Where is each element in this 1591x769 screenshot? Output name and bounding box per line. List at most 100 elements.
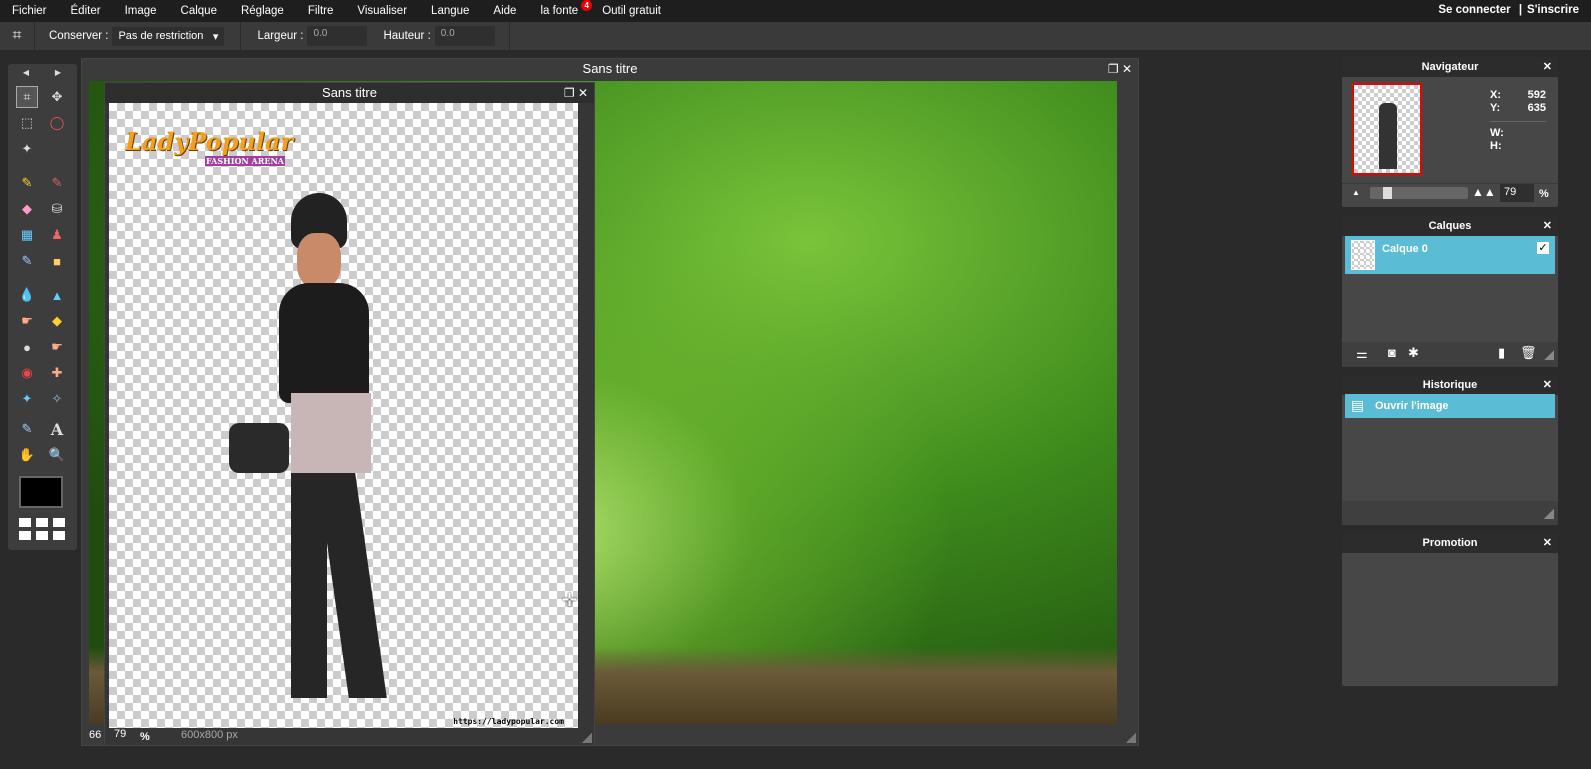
resize-handle[interactable] [1126, 733, 1136, 743]
tools-panel: ◀ ▶ ⌗ ✥ ⬚ ◯ ✦ ✎ ✎ ◆ ⛁ ▦ ♟ ✎ ■ 💧 ▲ ☛ ◆ ● … [8, 64, 77, 550]
close-icon[interactable]: ✕ [1543, 375, 1552, 395]
window-title-bar[interactable]: Sans titre ❐ ✕ [105, 83, 594, 103]
burn-tool[interactable]: ☛ [46, 336, 68, 358]
layer-mask-icon[interactable]: ◙ [1388, 345, 1396, 360]
navigator-panel: Navigateur ✕ X: 592 Y: 635 W: H: ▲ ▲▲ 79 % [1342, 57, 1558, 207]
coordinates: X: 592 Y: 635 W: H: [1490, 89, 1546, 153]
shape-tool[interactable]: ■ [46, 250, 68, 272]
new-adjustment-icon[interactable]: ✱ [1408, 345, 1419, 361]
color-picker-tool[interactable]: ✎ [16, 418, 38, 440]
auth-links: Se connecter | S'inscrire [1438, 4, 1579, 16]
zoom-slider[interactable] [1370, 187, 1468, 199]
panel-title-bar[interactable]: Navigateur ✕ [1342, 57, 1558, 77]
resize-handle[interactable] [1544, 509, 1554, 519]
history-item[interactable]: ▤ Ouvrir l'image [1345, 394, 1555, 418]
close-icon[interactable]: ✕ [1543, 216, 1552, 236]
menu-reglage[interactable]: Réglage [229, 5, 296, 17]
menu-visualiser[interactable]: Visualiser [345, 5, 419, 17]
document-icon: ▤ [1351, 397, 1365, 413]
h-label: H: [1490, 140, 1502, 152]
crop-tool[interactable]: ⌗ [16, 86, 38, 108]
resize-handle[interactable] [1544, 350, 1554, 360]
login-link[interactable]: Se connecter [1438, 4, 1510, 16]
zoom-in-icon[interactable]: ▲▲ [1472, 185, 1496, 199]
restore-icon[interactable]: ❐ [1108, 62, 1119, 76]
restore-icon[interactable]: ❐ [564, 86, 575, 100]
keep-value: Pas de restriction [118, 29, 204, 42]
keep-select[interactable]: Pas de restriction ▾ [112, 26, 225, 46]
signup-link[interactable]: S'inscrire [1527, 4, 1579, 16]
move-tool[interactable]: ✥ [46, 86, 68, 108]
layer-thumbnail [1351, 240, 1375, 270]
view-mode-grid-icon[interactable] [19, 516, 65, 540]
collapse-right-icon[interactable]: ▶ [47, 64, 69, 80]
close-icon[interactable]: ✕ [1543, 57, 1552, 77]
close-icon[interactable]: ✕ [578, 86, 588, 100]
zoom-input[interactable]: 79 [114, 728, 126, 740]
zoom-tool[interactable]: 🔍 [46, 444, 68, 466]
foreground-color-swatch[interactable] [19, 476, 63, 508]
stamp-tool[interactable]: ♟ [46, 224, 68, 246]
close-icon[interactable]: ✕ [1122, 62, 1132, 76]
zoom-value[interactable]: 66 [89, 729, 101, 741]
zoom-slider-thumb[interactable] [1383, 187, 1393, 199]
zoom-input[interactable]: 79 [1500, 184, 1534, 202]
panel-title-bar[interactable]: Promotion ✕ [1342, 533, 1558, 553]
crop-cursor-icon: ✛ [562, 590, 578, 610]
width-input[interactable]: 0.0 [307, 26, 368, 46]
layer-item[interactable]: Calque 0 ✓ [1345, 236, 1555, 274]
menu-calque[interactable]: Calque [169, 5, 229, 17]
menu-la-fonte[interactable]: la fonte 4 [528, 0, 593, 17]
marquee-tool[interactable]: ⬚ [16, 112, 38, 134]
height-input[interactable]: 0.0 [434, 26, 495, 46]
menu-filtre[interactable]: Filtre [296, 5, 346, 17]
close-icon[interactable]: ✕ [1543, 533, 1552, 553]
history-item-label: Ouvrir l'image [1375, 400, 1449, 412]
dodge-tool[interactable]: ● [16, 336, 38, 358]
panel-title: Promotion [1422, 537, 1478, 549]
eraser-tool[interactable]: ◆ [16, 198, 38, 220]
new-layer-icon[interactable]: ▮ [1498, 345, 1505, 361]
height-label: Hauteur : [383, 30, 431, 42]
divider [508, 22, 510, 50]
sponge-tool[interactable]: ◆ [46, 310, 68, 332]
window-title-bar[interactable]: Sans titre ❐ ✕ [82, 59, 1138, 79]
delete-layer-icon[interactable]: 🗑 [1520, 345, 1537, 361]
bucket-tool[interactable]: ⛁ [46, 198, 68, 220]
pinch-tool[interactable]: ✧ [46, 388, 68, 410]
zoom-out-icon[interactable]: ▲ [1352, 188, 1360, 197]
text-tool[interactable]: A [46, 418, 68, 440]
layer-styles-icon[interactable]: ⚌ [1356, 346, 1368, 362]
menu-langue[interactable]: Langue [419, 5, 481, 17]
menu-fichier[interactable]: Fichier [0, 5, 59, 17]
image-canvas[interactable]: LadyPopular FASHION ARENA https://ladypop… [109, 103, 578, 728]
panel-title-bar[interactable]: Historique ✕ [1342, 375, 1558, 395]
navigator-thumbnail[interactable] [1352, 83, 1422, 175]
menu-image[interactable]: Image [113, 5, 169, 17]
blur-tool[interactable]: 💧 [16, 284, 38, 306]
layer-visibility-checkbox[interactable]: ✓ [1537, 242, 1549, 254]
color-replace-tool[interactable]: ✎ [16, 250, 38, 272]
gradient-tool[interactable]: ▦ [16, 224, 38, 246]
width-label: Largeur : [257, 30, 304, 42]
red-eye-tool[interactable]: ◉ [16, 362, 38, 384]
panel-title-bar[interactable]: Calques ✕ [1342, 216, 1558, 236]
lasso-tool[interactable]: ◯ [46, 112, 68, 134]
brush-tool[interactable]: ✎ [46, 172, 68, 194]
menu-editer[interactable]: Éditer [59, 5, 113, 17]
bloat-tool[interactable]: ✦ [16, 388, 38, 410]
smudge-tool[interactable]: ☛ [16, 310, 38, 332]
spot-heal-tool[interactable]: ✚ [46, 362, 68, 384]
menu-aide[interactable]: Aide [481, 5, 528, 17]
zoom-percent: % [1539, 188, 1549, 200]
menu-outil-gratuit[interactable]: Outil gratuit [590, 5, 673, 17]
magic-wand-tool[interactable]: ✦ [16, 138, 38, 160]
pencil-tool[interactable]: ✎ [16, 172, 38, 194]
x-label: X: [1490, 89, 1501, 101]
sharpen-tool[interactable]: ▲ [46, 284, 68, 306]
hand-tool[interactable]: ✋ [16, 444, 38, 466]
y-value: 635 [1527, 102, 1546, 114]
collapse-left-icon[interactable]: ◀ [15, 64, 37, 80]
resize-handle[interactable] [582, 733, 592, 743]
chevron-down-icon: ▾ [212, 30, 219, 43]
